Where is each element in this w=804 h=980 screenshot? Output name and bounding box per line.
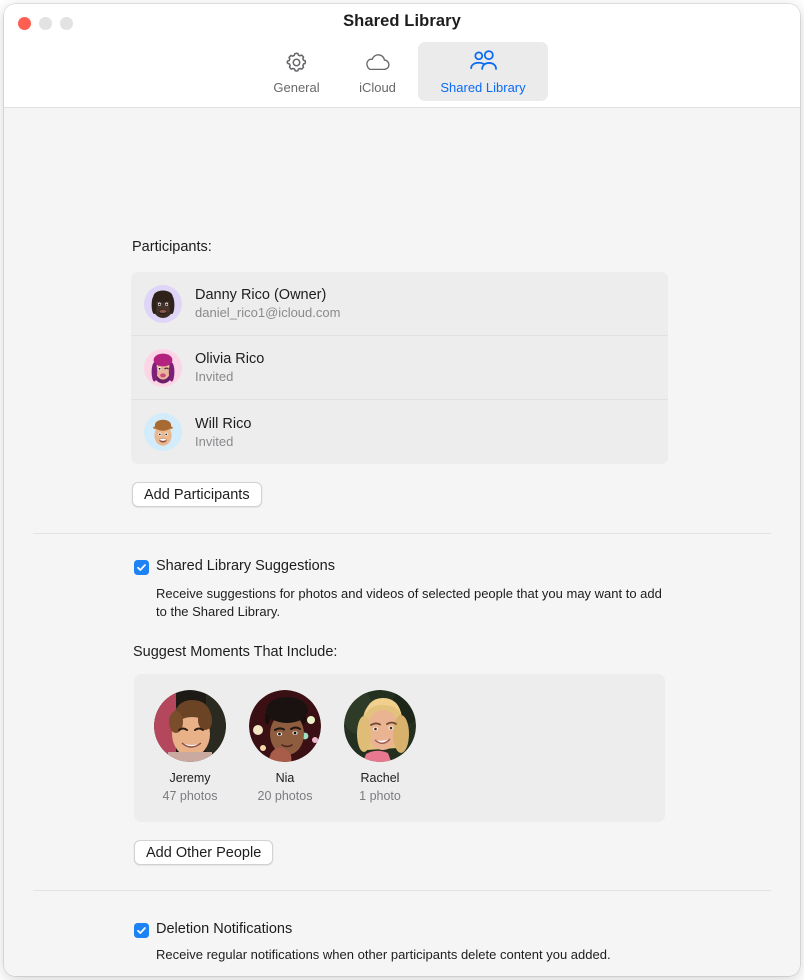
divider (33, 533, 771, 534)
participant-row[interactable]: Danny Rico (Owner) daniel_rico1@icloud.c… (131, 272, 668, 336)
person-photo (249, 690, 321, 762)
divider (33, 890, 771, 891)
participant-row[interactable]: Will Rico Invited (131, 400, 668, 464)
gear-icon (284, 49, 309, 75)
suggested-person[interactable]: Nia 20 photos (246, 690, 324, 803)
deletion-notifications-row[interactable]: Deletion Notifications (134, 921, 292, 938)
participant-row[interactable]: Olivia Rico Invited (131, 336, 668, 400)
deletion-notifications-label: Deletion Notifications (156, 921, 293, 937)
avatar (144, 348, 182, 387)
toolbar-tabs: General iCloud Shared Library (4, 42, 800, 101)
preferences-content: Participants: Danny Rico (Owner) daniel_… (4, 108, 800, 976)
deletion-notifications-checkbox[interactable] (134, 923, 149, 938)
tab-icloud-label: iCloud (359, 80, 396, 95)
shared-library-suggestions-label: Shared Library Suggestions (156, 558, 335, 574)
tab-general[interactable]: General (256, 42, 337, 101)
shared-library-suggestions-row[interactable]: Shared Library Suggestions (134, 558, 335, 575)
avatar (144, 284, 182, 323)
participant-detail: Invited (195, 433, 234, 449)
suggested-person[interactable]: Jeremy 47 photos (151, 690, 229, 803)
people-icon (468, 49, 498, 75)
person-name: Jeremy (169, 771, 211, 785)
window-title: Shared Library (343, 12, 461, 30)
participant-detail: daniel_rico1@icloud.com (195, 305, 341, 320)
tab-icloud[interactable]: iCloud (337, 42, 418, 101)
person-photo-count: 47 photos (162, 789, 218, 803)
suggested-person[interactable]: Rachel 1 photo (341, 690, 419, 803)
preferences-window: Shared Library General iCloud Shared Lib… (4, 4, 800, 976)
participants-label: Participants: (132, 239, 212, 255)
titlebar: Shared Library General iCloud Shared Lib… (4, 4, 800, 108)
suggest-moments-label: Suggest Moments That Include: (133, 644, 338, 660)
participant-detail: Invited (195, 369, 234, 384)
participant-name: Olivia Rico (195, 351, 265, 367)
person-photo (154, 690, 226, 762)
add-other-people-button[interactable]: Add Other People (134, 840, 274, 865)
person-photo-count: 20 photos (257, 789, 313, 803)
suggested-people-box: Jeremy 47 photos Nia 20 photos Rachel 1 … (134, 674, 665, 822)
avatar (144, 413, 182, 451)
person-photo-count: 1 photo (359, 789, 401, 803)
tab-general-label: General (273, 80, 320, 95)
person-name: Nia (275, 771, 295, 785)
shared-library-suggestions-description: Receive suggestions for photos and video… (156, 586, 662, 619)
suggested-people-row: Jeremy 47 photos Nia 20 photos Rachel 1 … (134, 674, 665, 803)
participant-name: Will Rico (195, 415, 252, 432)
shared-library-suggestions-checkbox[interactable] (134, 560, 149, 575)
cloud-icon (364, 49, 391, 75)
tab-shared-library[interactable]: Shared Library (418, 42, 548, 101)
add-participants-button[interactable]: Add Participants (132, 482, 262, 507)
deletion-notifications-description: Receive regular notifications when other… (156, 947, 611, 962)
person-photo (344, 690, 416, 762)
participants-list: Danny Rico (Owner) daniel_rico1@icloud.c… (131, 272, 668, 464)
participant-name: Danny Rico (Owner) (195, 287, 327, 303)
person-name: Rachel (360, 771, 400, 785)
tab-shared-library-label: Shared Library (440, 80, 526, 95)
